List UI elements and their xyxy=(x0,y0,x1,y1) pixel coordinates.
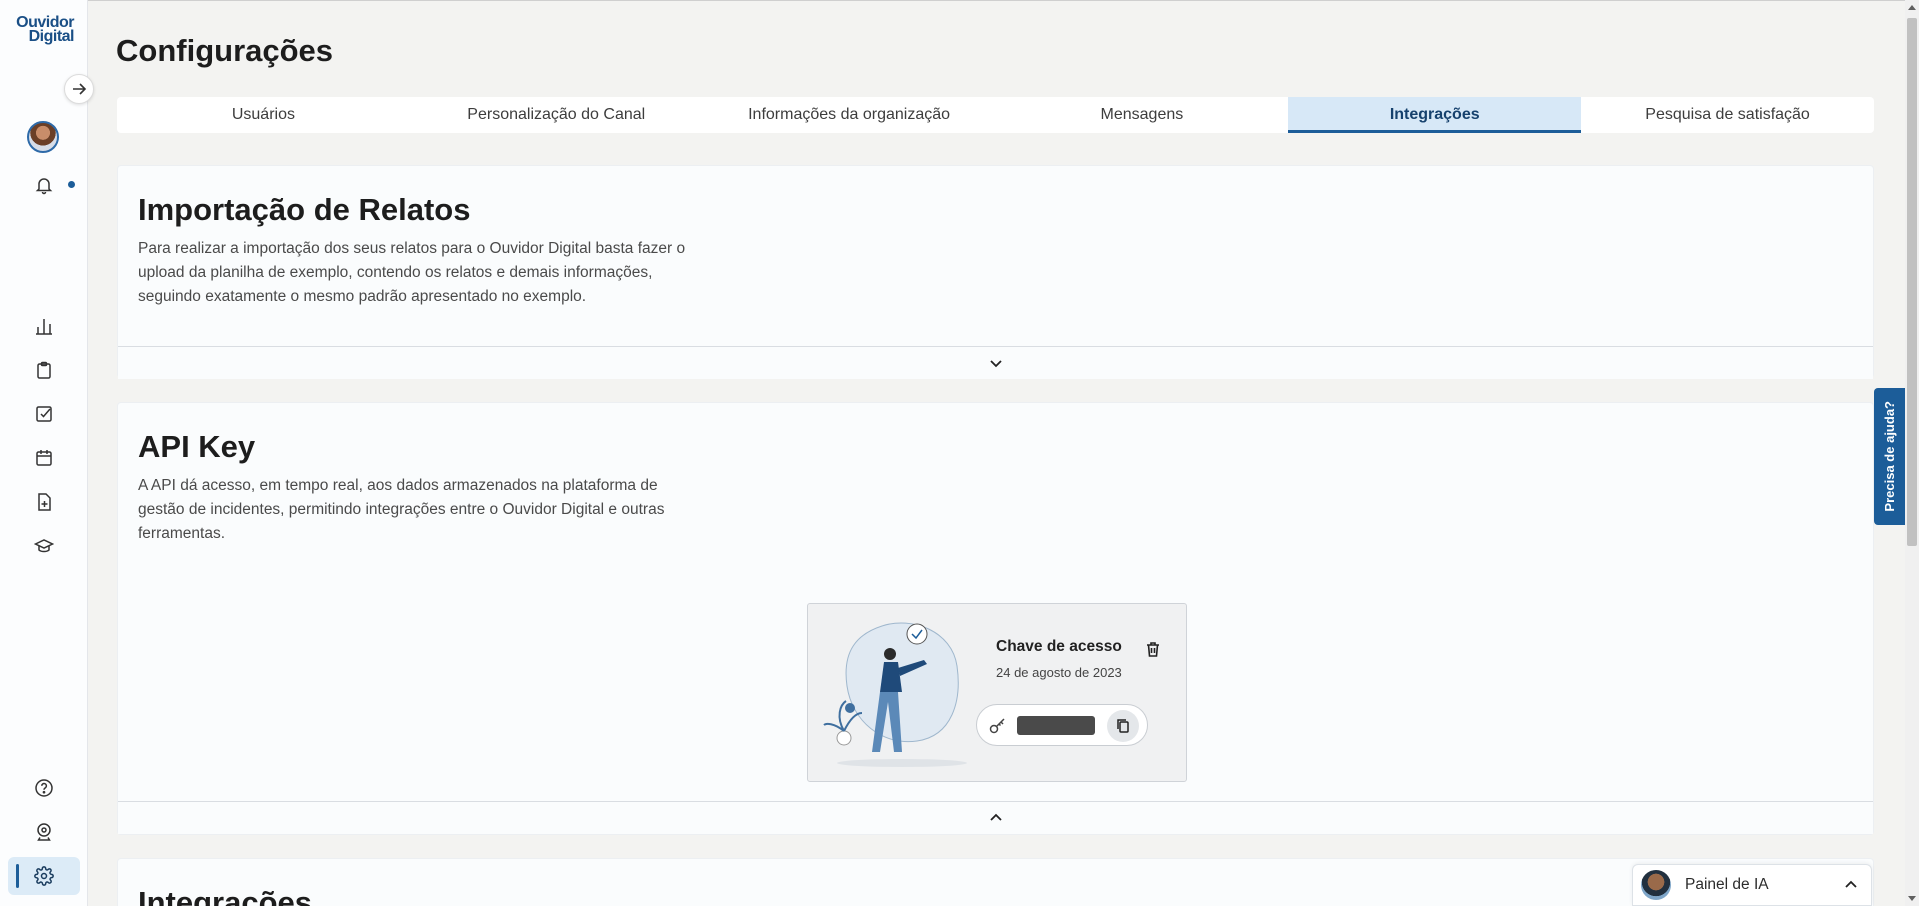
user-avatar[interactable] xyxy=(27,121,59,153)
import-section-title: Importação de Relatos xyxy=(138,192,471,227)
trash-icon xyxy=(1147,642,1159,657)
access-key-title: Chave de acesso xyxy=(996,638,1122,655)
tab-integracoes[interactable]: Integrações xyxy=(1288,97,1582,133)
integrations-section-title: Integrações xyxy=(138,885,313,906)
chevron-down-icon xyxy=(989,360,1002,368)
help-side-tab-label: Precisa de ajuda? xyxy=(1882,401,1897,512)
api-key-section-description: A API dá acesso, em tempo real, aos dado… xyxy=(138,477,665,542)
sidebar: Ouvidor Digital xyxy=(0,0,88,906)
integrations-section-card: Integrações xyxy=(117,858,1874,906)
ai-assistant-avatar xyxy=(1641,870,1671,900)
api-key-masked-value xyxy=(1017,716,1095,735)
settings-gear-icon[interactable] xyxy=(30,862,58,890)
page-scrollbar[interactable] xyxy=(1905,0,1919,906)
document-add-icon[interactable] xyxy=(30,488,58,516)
api-key-section-collapse-button[interactable] xyxy=(118,801,1873,834)
chevron-up-icon xyxy=(989,813,1002,821)
clipboard-icon[interactable] xyxy=(30,356,58,384)
copy-key-button[interactable] xyxy=(1107,710,1139,742)
window-top-border xyxy=(0,0,1919,1)
bell-icon[interactable] xyxy=(30,171,58,199)
access-key-date: 24 de agosto de 2023 xyxy=(996,665,1122,680)
settings-tabs: Usuários Personalização do Canal Informa… xyxy=(117,97,1874,133)
key-icon xyxy=(989,718,1005,734)
scroll-up-arrow[interactable] xyxy=(1908,5,1916,10)
copy-icon xyxy=(1117,719,1129,733)
help-side-tab[interactable]: Precisa de ajuda? xyxy=(1874,388,1905,525)
api-key-field[interactable] xyxy=(976,704,1148,746)
tab-personalizacao-canal[interactable]: Personalização do Canal xyxy=(410,97,703,133)
checkbox-tasks-icon[interactable] xyxy=(30,400,58,428)
api-key-section-title: API Key xyxy=(138,429,256,464)
tab-mensagens[interactable]: Mensagens xyxy=(995,97,1288,133)
delete-key-button[interactable] xyxy=(1142,638,1164,660)
scroll-down-arrow[interactable] xyxy=(1908,896,1916,901)
tab-usuarios[interactable]: Usuários xyxy=(117,97,410,133)
chevron-up-icon xyxy=(1845,880,1857,888)
calendar-icon[interactable] xyxy=(30,444,58,472)
access-key-card: Chave de acesso 24 de agosto de 2023 xyxy=(807,603,1187,782)
tab-pesquisa-satisfacao[interactable]: Pesquisa de satisfação xyxy=(1581,97,1874,133)
notification-dot xyxy=(68,181,75,188)
dashboard-chart-icon[interactable] xyxy=(30,312,58,340)
arrow-right-icon xyxy=(73,83,87,95)
help-circle-icon[interactable] xyxy=(30,774,58,802)
api-key-section-card: API Key A API dá acesso, em tempo real, … xyxy=(117,402,1874,835)
person-with-key-illustration xyxy=(823,622,967,767)
expand-sidebar-button[interactable] xyxy=(64,74,94,104)
app-logo[interactable]: Ouvidor Digital xyxy=(14,15,75,45)
graduation-cap-icon[interactable] xyxy=(30,532,58,560)
scroll-thumb[interactable] xyxy=(1907,18,1917,546)
ai-panel-toggle[interactable]: Painel de IA xyxy=(1632,864,1872,906)
webcam-icon[interactable] xyxy=(30,818,58,846)
import-section-description: Para realizar a importação dos seus rela… xyxy=(138,240,686,305)
page-title: Configurações xyxy=(116,33,334,68)
import-section-card: Importação de Relatos Para realizar a im… xyxy=(117,165,1874,379)
sidebar-active-indicator xyxy=(16,864,19,888)
ai-panel-label: Painel de IA xyxy=(1685,876,1769,893)
import-section-expand-button[interactable] xyxy=(118,346,1873,379)
tab-informacoes-organizacao[interactable]: Informações da organização xyxy=(703,97,996,133)
logo-line-2: Digital xyxy=(28,28,75,45)
